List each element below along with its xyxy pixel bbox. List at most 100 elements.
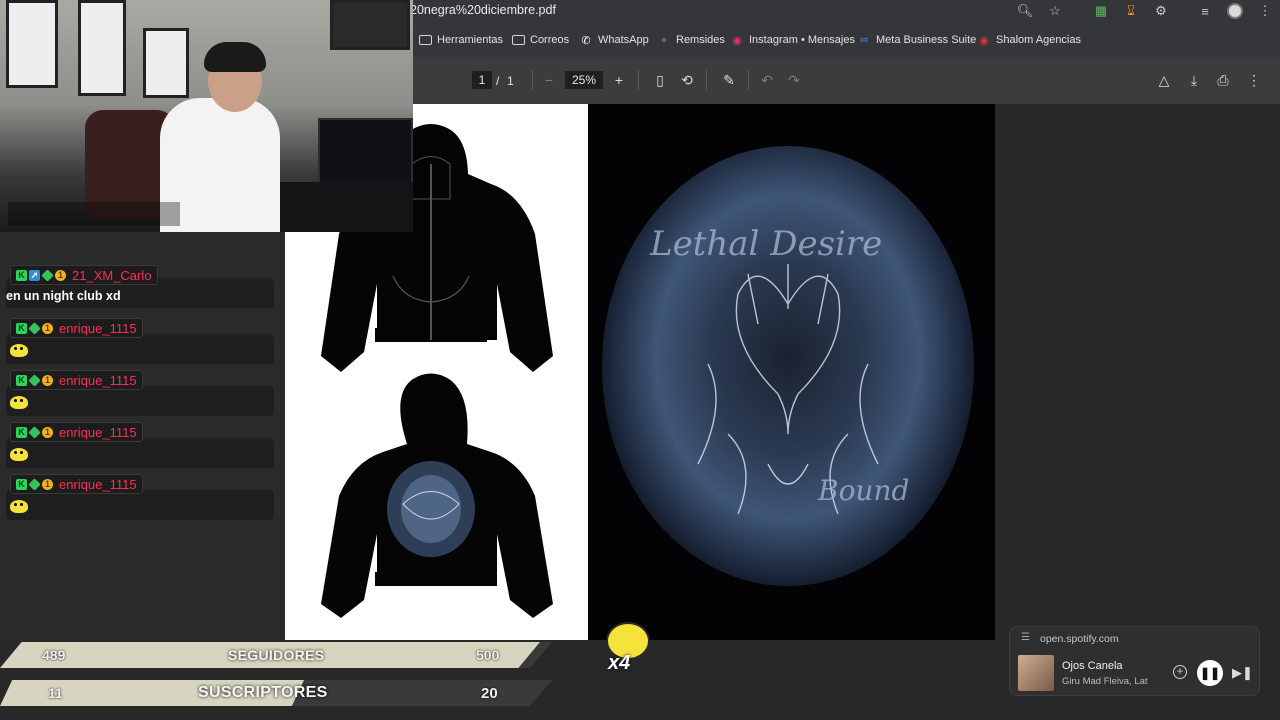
drive-save-icon[interactable]: △ xyxy=(1156,72,1172,88)
bookmark-label: Instagram • Mensajes xyxy=(749,34,855,46)
bookmark-label: Shalom Agencias xyxy=(996,34,1081,46)
kick-badge-icon: K xyxy=(16,374,27,386)
page-number-input[interactable]: 1 xyxy=(472,71,492,89)
extensions-puzzle-icon[interactable]: ⚙ xyxy=(1146,0,1176,22)
bookmark-shalom[interactable]: ◉ Shalom Agencias xyxy=(977,32,1081,48)
emote-icon xyxy=(10,500,28,513)
rotate-icon[interactable]: ⟲ xyxy=(679,72,695,88)
bookmark-herramientas[interactable]: Herramientas xyxy=(418,32,503,48)
bookmark-instagram[interactable]: ◉ Instagram • Mensajes xyxy=(730,32,855,48)
emote-icon xyxy=(10,448,28,461)
chat-message xyxy=(6,438,274,468)
bookmark-star-icon[interactable]: ☆ xyxy=(1040,0,1070,22)
pause-button[interactable]: ❚❚ xyxy=(1197,660,1223,686)
meta-icon: ∞ xyxy=(860,34,868,46)
diamond-badge-icon xyxy=(28,477,41,491)
browser-actions: 🔍︎ ☆ ▦ ⌛︎ ⚙ ≡ ⋮ xyxy=(1010,0,1280,22)
more-options-icon[interactable]: ⋮ xyxy=(1246,72,1262,88)
wall-poster xyxy=(6,0,58,88)
kick-badge-icon: K xyxy=(16,269,27,281)
folder-icon xyxy=(418,34,432,46)
pdf-page-artwork: Lethal Desire Bound xyxy=(588,104,995,640)
subscribers-label: SUSCRIPTORES xyxy=(198,684,328,701)
redo-icon[interactable]: ↷ xyxy=(786,72,802,88)
profile-avatar[interactable] xyxy=(1220,0,1250,22)
undo-icon[interactable]: ↶ xyxy=(759,72,775,88)
bookmark-label: Remsides xyxy=(676,34,725,46)
toolbar-divider xyxy=(638,70,639,90)
kick-badge-icon: K xyxy=(16,478,27,490)
zoom-icon[interactable]: 🔍︎ xyxy=(1010,0,1040,22)
one-month-badge-icon: 1 xyxy=(42,478,53,490)
address-bar-text[interactable]: 20negra%20diciembre.pdf xyxy=(410,3,556,17)
screen: 20negra%20diciembre.pdf 🔍︎ ☆ ▦ ⌛︎ ⚙ ≡ ⋮ … xyxy=(0,0,1280,720)
one-month-badge-icon: 1 xyxy=(42,322,53,334)
script-lettering-top: Lethal Desire xyxy=(650,224,883,264)
bookmark-meta-business[interactable]: ∞ Meta Business Suite xyxy=(857,32,976,48)
script-lettering-bottom: Bound xyxy=(818,474,910,507)
chat-user-tag: K 1 enrique_1115 xyxy=(10,474,143,494)
bookmark-correos[interactable]: Correos xyxy=(511,32,569,48)
chat-username: enrique_1115 xyxy=(59,320,137,336)
followers-label: SEGUIDORES xyxy=(228,647,325,663)
album-art xyxy=(1018,655,1054,691)
zoom-in-button[interactable]: + xyxy=(611,72,627,88)
chat-message xyxy=(6,386,274,416)
chrome-gothic-artwork xyxy=(697,264,879,515)
download-icon[interactable]: ⤓ xyxy=(1186,72,1202,88)
kick-badge-icon: K xyxy=(16,426,27,438)
extension-hourglass-icon[interactable]: ⌛︎ xyxy=(1116,0,1146,22)
folder-icon xyxy=(511,34,525,46)
next-track-icon[interactable]: ▶❚ xyxy=(1232,665,1253,681)
webcam-overlay xyxy=(0,0,413,232)
toolbar-divider xyxy=(706,70,707,90)
annotate-pen-icon[interactable]: ✎ xyxy=(721,72,737,88)
streamer-hair xyxy=(204,42,266,72)
bookmark-label: Correos xyxy=(530,34,570,46)
print-icon[interactable]: ⎙ xyxy=(1215,72,1231,88)
total-pages: 1 xyxy=(507,74,514,88)
one-month-badge-icon: 1 xyxy=(55,269,66,281)
wall-poster xyxy=(330,0,410,50)
chat-overlay: K ➚ 1 21_XM_Carlo en un night club xd K … xyxy=(0,232,285,640)
zoom-out-button[interactable]: − xyxy=(541,72,557,88)
chat-message xyxy=(6,490,274,520)
kick-badge-icon: K xyxy=(16,322,27,334)
bookmark-remsides[interactable]: ✦ Remsides xyxy=(657,32,725,48)
chat-username: enrique_1115 xyxy=(59,424,137,440)
track-artist: Giru Mad Fleiva, Late xyxy=(1062,676,1148,687)
bookmark-label: WhatsApp xyxy=(598,34,649,46)
fit-page-icon[interactable]: ▯ xyxy=(652,72,668,88)
subscribers-goal: 20 xyxy=(481,685,498,702)
reading-list-icon[interactable]: ≡ xyxy=(1190,0,1220,22)
emote-combo-alert: x4 xyxy=(598,622,654,680)
media-source-domain: open.spotify.com xyxy=(1040,633,1119,645)
instagram-icon: ◉ xyxy=(732,34,742,47)
wall-poster xyxy=(143,28,189,98)
media-settings-icon[interactable]: ☰ xyxy=(1021,632,1030,643)
bookmark-label: Meta Business Suite xyxy=(876,34,977,46)
emote-icon xyxy=(10,344,28,357)
chat-message xyxy=(6,334,274,364)
chat-user-tag: K 1 enrique_1115 xyxy=(10,422,143,442)
extension-sheets-icon[interactable]: ▦ xyxy=(1086,0,1116,22)
followers-goal: 500 xyxy=(476,647,500,663)
whatsapp-icon: ✆ xyxy=(581,34,591,47)
browser-menu-icon[interactable]: ⋮ xyxy=(1250,0,1280,22)
followers-current: 489 xyxy=(42,647,66,663)
chat-message-text: en un night club xd xyxy=(6,289,121,303)
emote-icon xyxy=(10,396,28,409)
diamond-badge-icon xyxy=(41,268,54,282)
track-title: Ojos Canela xyxy=(1062,660,1123,672)
add-to-library-icon[interactable]: + xyxy=(1173,665,1187,679)
hoodie-back xyxy=(321,373,553,618)
bookmark-label: Herramientas xyxy=(437,34,504,46)
diamond-badge-icon xyxy=(28,425,41,439)
wall-poster xyxy=(78,0,126,96)
page-separator: / xyxy=(496,74,500,88)
bookmark-whatsapp[interactable]: ✆ WhatsApp xyxy=(579,32,649,48)
zoom-level-input[interactable]: 25% xyxy=(565,71,603,89)
chat-username: enrique_1115 xyxy=(59,476,137,492)
shalom-icon: ◉ xyxy=(979,34,989,47)
toolbar-divider xyxy=(748,70,749,90)
